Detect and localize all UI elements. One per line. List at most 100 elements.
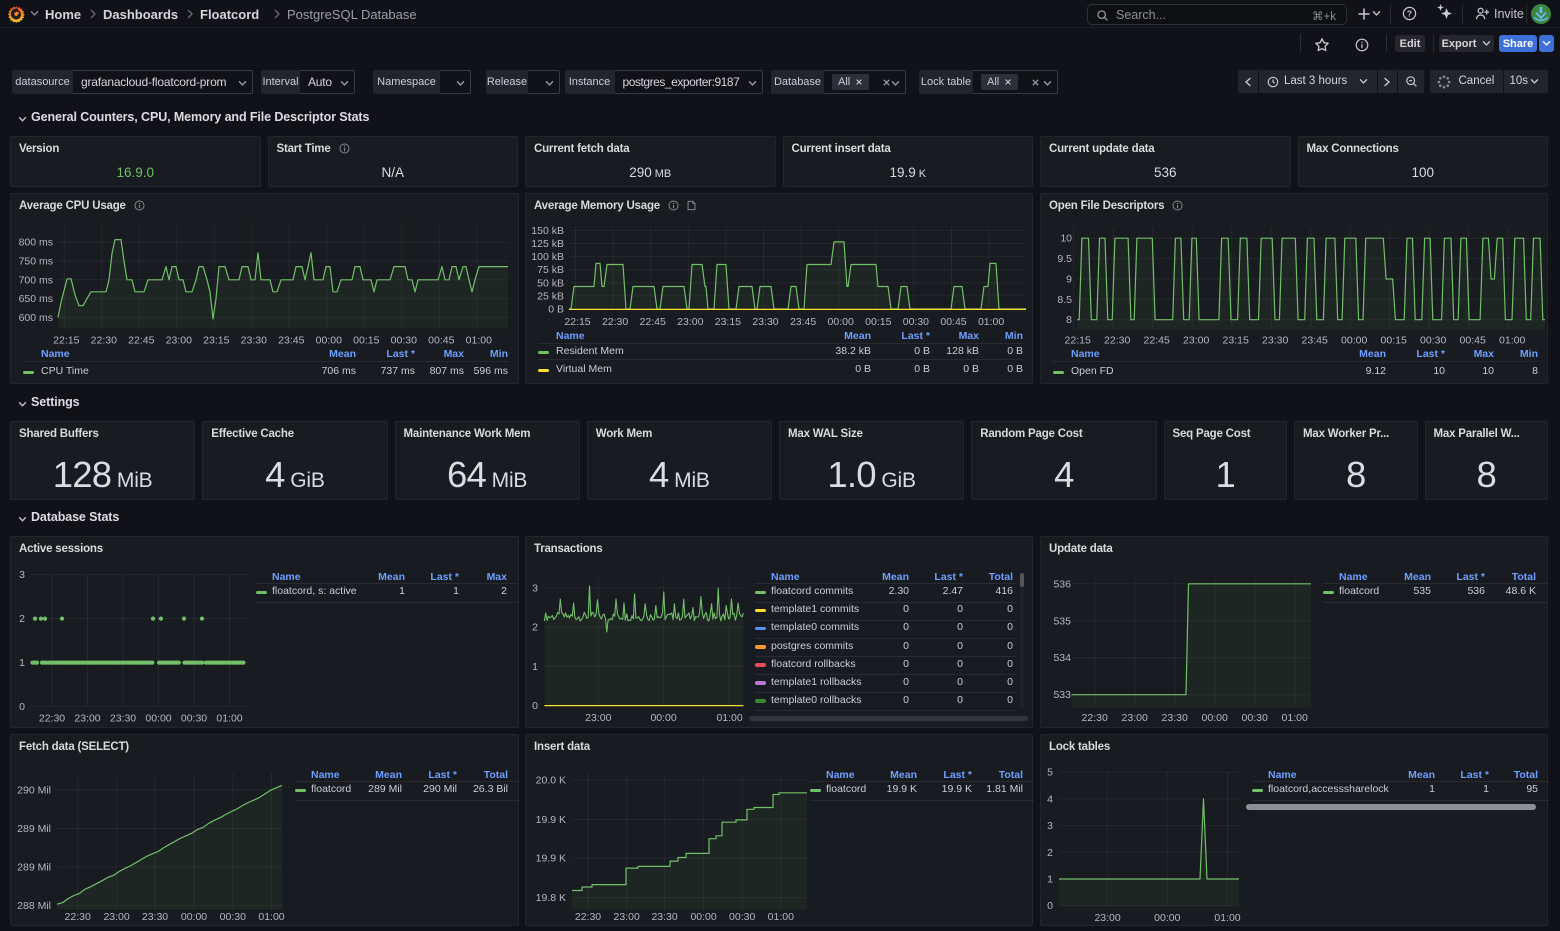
svg-text:8: 8 bbox=[1066, 314, 1072, 326]
svg-text:00:15: 00:15 bbox=[353, 335, 379, 347]
svg-text:00:30: 00:30 bbox=[1242, 712, 1268, 724]
svg-text:00:45: 00:45 bbox=[940, 316, 966, 328]
svg-text:23:30: 23:30 bbox=[752, 316, 778, 328]
svg-text:00:30: 00:30 bbox=[220, 911, 246, 923]
svg-text:1: 1 bbox=[1047, 874, 1053, 886]
svg-text:23:00: 23:00 bbox=[1094, 912, 1120, 924]
svg-text:23:00: 23:00 bbox=[166, 335, 192, 347]
svg-text:?: ? bbox=[1407, 8, 1412, 18]
svg-text:8.5: 8.5 bbox=[1057, 294, 1072, 306]
svg-text:01:00: 01:00 bbox=[466, 335, 492, 347]
svg-text:00:30: 00:30 bbox=[1420, 335, 1446, 347]
svg-text:536: 536 bbox=[1053, 578, 1071, 590]
svg-text:23:30: 23:30 bbox=[1262, 335, 1288, 347]
svg-text:00:30: 00:30 bbox=[391, 335, 417, 347]
svg-text:00:00: 00:00 bbox=[690, 911, 716, 923]
svg-text:750 ms: 750 ms bbox=[19, 256, 53, 268]
svg-text:00:45: 00:45 bbox=[1460, 335, 1486, 347]
svg-text:289 Mil: 289 Mil bbox=[17, 862, 51, 874]
svg-text:23:45: 23:45 bbox=[790, 316, 816, 328]
svg-text:1: 1 bbox=[532, 661, 538, 673]
svg-text:23:45: 23:45 bbox=[278, 335, 304, 347]
svg-text:22:30: 22:30 bbox=[1082, 712, 1108, 724]
svg-text:25 kB: 25 kB bbox=[537, 290, 564, 302]
svg-text:00:15: 00:15 bbox=[1381, 335, 1407, 347]
svg-text:23:00: 23:00 bbox=[585, 712, 611, 724]
svg-text:0: 0 bbox=[1047, 900, 1053, 912]
svg-text:22:30: 22:30 bbox=[91, 335, 117, 347]
svg-text:00:00: 00:00 bbox=[1341, 335, 1367, 347]
svg-text:3: 3 bbox=[532, 583, 538, 595]
svg-text:100 kB: 100 kB bbox=[531, 251, 564, 263]
svg-text:9.5: 9.5 bbox=[1057, 253, 1072, 265]
svg-text:3: 3 bbox=[19, 569, 25, 581]
svg-text:23:00: 23:00 bbox=[1183, 335, 1209, 347]
svg-text:22:15: 22:15 bbox=[1065, 335, 1091, 347]
svg-text:23:15: 23:15 bbox=[1223, 335, 1249, 347]
svg-text:00:00: 00:00 bbox=[316, 335, 342, 347]
svg-text:22:30: 22:30 bbox=[602, 316, 628, 328]
svg-text:150 kB: 150 kB bbox=[531, 225, 564, 237]
svg-text:2: 2 bbox=[532, 622, 538, 634]
svg-text:23:00: 23:00 bbox=[614, 911, 640, 923]
svg-text:23:15: 23:15 bbox=[203, 335, 229, 347]
svg-text:00:00: 00:00 bbox=[828, 316, 854, 328]
svg-text:650 ms: 650 ms bbox=[19, 293, 53, 305]
svg-text:22:45: 22:45 bbox=[640, 316, 666, 328]
svg-text:01:00: 01:00 bbox=[1214, 912, 1240, 924]
svg-text:22:15: 22:15 bbox=[564, 316, 590, 328]
svg-text:700 ms: 700 ms bbox=[19, 274, 53, 286]
svg-text:00:15: 00:15 bbox=[865, 316, 891, 328]
svg-text:22:45: 22:45 bbox=[1144, 335, 1170, 347]
svg-text:23:45: 23:45 bbox=[1302, 335, 1328, 347]
svg-text:22:45: 22:45 bbox=[128, 335, 154, 347]
svg-text:01:00: 01:00 bbox=[216, 713, 242, 725]
svg-text:23:00: 23:00 bbox=[677, 316, 703, 328]
svg-text:5: 5 bbox=[1047, 767, 1053, 779]
svg-text:00:45: 00:45 bbox=[428, 335, 454, 347]
svg-text:1: 1 bbox=[19, 657, 25, 669]
svg-text:800 ms: 800 ms bbox=[19, 237, 53, 249]
svg-text:23:30: 23:30 bbox=[142, 911, 168, 923]
svg-text:01:00: 01:00 bbox=[978, 316, 1004, 328]
svg-text:19.9 K: 19.9 K bbox=[536, 853, 566, 865]
svg-text:10: 10 bbox=[1060, 233, 1072, 245]
svg-text:00:00: 00:00 bbox=[1154, 912, 1180, 924]
svg-text:22:30: 22:30 bbox=[39, 713, 65, 725]
svg-text:22:30: 22:30 bbox=[575, 911, 601, 923]
svg-text:0: 0 bbox=[532, 700, 538, 712]
svg-text:01:00: 01:00 bbox=[768, 911, 794, 923]
svg-text:01:00: 01:00 bbox=[1282, 712, 1308, 724]
svg-text:23:00: 23:00 bbox=[1122, 712, 1148, 724]
svg-text:289 Mil: 289 Mil bbox=[17, 823, 51, 835]
svg-text:23:15: 23:15 bbox=[715, 316, 741, 328]
svg-text:00:30: 00:30 bbox=[729, 911, 755, 923]
svg-text:534: 534 bbox=[1053, 652, 1071, 664]
svg-text:3: 3 bbox=[1047, 820, 1053, 832]
svg-text:19.8 K: 19.8 K bbox=[536, 892, 566, 904]
svg-text:4: 4 bbox=[1047, 793, 1053, 805]
svg-text:0: 0 bbox=[19, 701, 25, 713]
svg-text:01:00: 01:00 bbox=[1499, 335, 1525, 347]
svg-text:288 Mil: 288 Mil bbox=[17, 900, 51, 912]
svg-text:50 kB: 50 kB bbox=[537, 277, 564, 289]
svg-text:75 kB: 75 kB bbox=[537, 264, 564, 276]
svg-text:19.9 K: 19.9 K bbox=[536, 814, 566, 826]
svg-text:22:30: 22:30 bbox=[1104, 335, 1130, 347]
svg-text:22:15: 22:15 bbox=[53, 335, 79, 347]
svg-text:01:00: 01:00 bbox=[258, 911, 284, 923]
svg-text:2: 2 bbox=[1047, 847, 1053, 859]
svg-text:0 B: 0 B bbox=[548, 304, 564, 316]
svg-text:23:00: 23:00 bbox=[74, 713, 100, 725]
svg-text:23:30: 23:30 bbox=[1162, 712, 1188, 724]
svg-text:00:00: 00:00 bbox=[650, 712, 676, 724]
svg-text:23:30: 23:30 bbox=[651, 911, 677, 923]
svg-text:00:30: 00:30 bbox=[181, 713, 207, 725]
svg-text:23:30: 23:30 bbox=[110, 713, 136, 725]
svg-text:00:30: 00:30 bbox=[903, 316, 929, 328]
svg-text:533: 533 bbox=[1053, 689, 1071, 701]
svg-text:290 Mil: 290 Mil bbox=[17, 785, 51, 797]
svg-text:535: 535 bbox=[1053, 615, 1071, 627]
svg-text:00:00: 00:00 bbox=[145, 713, 171, 725]
svg-text:23:00: 23:00 bbox=[103, 911, 129, 923]
